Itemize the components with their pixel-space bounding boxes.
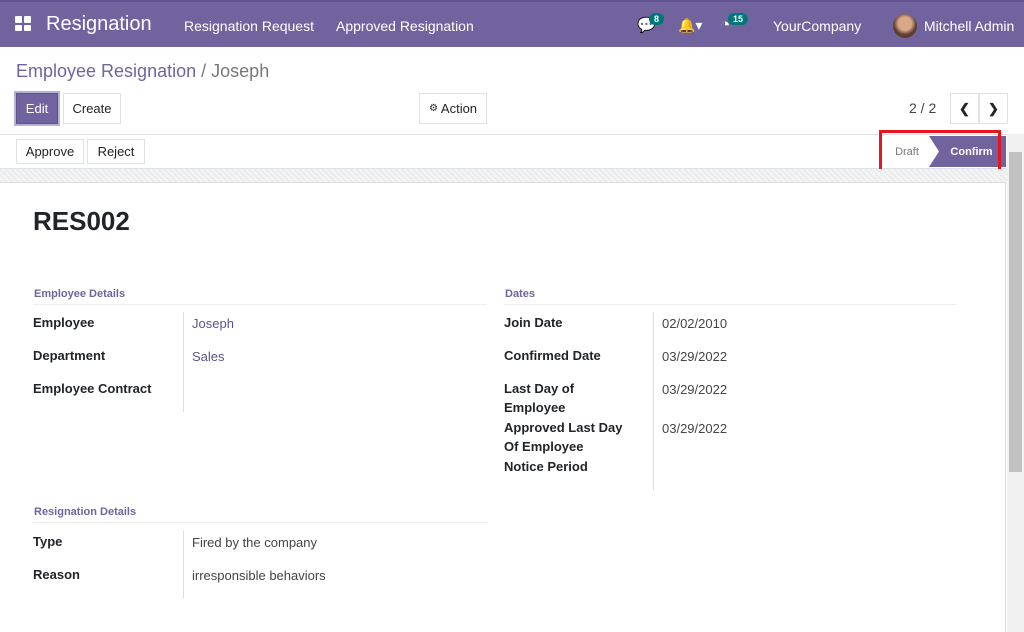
previous-record-button[interactable]: ❮ bbox=[950, 93, 979, 124]
group-resignation-details: Resignation Details bbox=[33, 506, 487, 523]
next-record-button[interactable]: ❯ bbox=[979, 93, 1008, 124]
breadcrumb-current: Joseph bbox=[211, 61, 270, 81]
record-title: RES002 bbox=[33, 206, 130, 236]
divider bbox=[183, 531, 184, 598]
label-last-day: Last Day of Employee bbox=[504, 381, 575, 415]
top-navbar: Resignation Resignation Request Approved… bbox=[0, 0, 1024, 47]
reject-button[interactable]: Reject bbox=[87, 139, 145, 164]
user-menu[interactable]: Mitchell Admin bbox=[924, 18, 1014, 34]
company-switcher[interactable]: YourCompany bbox=[773, 18, 861, 34]
activities-badge: 15 bbox=[728, 13, 749, 25]
chevron-right-icon: ❯ bbox=[988, 100, 999, 116]
breadcrumb-parent[interactable]: Employee Resignation bbox=[16, 61, 196, 81]
action-button[interactable]: ⚙ Action bbox=[419, 93, 487, 124]
apps-menu-icon[interactable] bbox=[15, 16, 32, 31]
divider bbox=[653, 312, 654, 490]
app-title[interactable]: Resignation bbox=[46, 13, 152, 36]
edit-button[interactable]: Edit bbox=[16, 93, 58, 124]
label-approved-last-day: Approved Last Day Of Employee bbox=[504, 420, 623, 454]
chevron-left-icon: ❮ bbox=[959, 100, 970, 116]
label-department: Department bbox=[33, 348, 106, 363]
field-confirmed-date[interactable]: 03/29/2022 bbox=[662, 349, 727, 364]
scrollbar[interactable] bbox=[1007, 134, 1024, 632]
highlight-box bbox=[879, 130, 1001, 173]
menu-resignation-request[interactable]: Resignation Request bbox=[184, 18, 314, 34]
label-notice-period: Notice Period bbox=[504, 459, 588, 474]
field-approved-last-day[interactable]: 03/29/2022 bbox=[662, 421, 727, 436]
breadcrumb: Employee Resignation / Joseph bbox=[16, 61, 269, 82]
bell-icon[interactable]: 🔔▾ bbox=[678, 17, 702, 34]
label-employee: Employee bbox=[33, 315, 95, 330]
label-type: Type bbox=[33, 534, 63, 549]
form-sheet bbox=[0, 182, 1006, 632]
label-reason: Reason bbox=[33, 567, 80, 582]
label-join-date: Join Date bbox=[504, 315, 563, 330]
field-reason[interactable]: irresponsible behaviors bbox=[192, 568, 326, 583]
divider bbox=[183, 312, 184, 412]
field-employee[interactable]: Joseph bbox=[192, 316, 234, 331]
group-employee-details: Employee Details bbox=[33, 288, 487, 305]
action-label: Action bbox=[440, 101, 478, 116]
menu-approved-resignation[interactable]: Approved Resignation bbox=[336, 18, 474, 34]
messages-badge: 8 bbox=[649, 13, 665, 25]
field-type[interactable]: Fired by the company bbox=[192, 535, 317, 550]
field-last-day[interactable]: 03/29/2022 bbox=[662, 382, 727, 397]
avatar[interactable] bbox=[893, 14, 917, 38]
approve-button[interactable]: Approve bbox=[16, 139, 84, 164]
group-dates: Dates bbox=[504, 288, 956, 305]
gear-icon: ⚙ bbox=[428, 103, 438, 114]
field-join-date[interactable]: 02/02/2010 bbox=[662, 316, 727, 331]
form-background bbox=[0, 169, 1007, 182]
breadcrumb-separator: / bbox=[201, 61, 207, 81]
create-button[interactable]: Create bbox=[63, 93, 121, 124]
label-employee-contract: Employee Contract bbox=[33, 381, 152, 396]
field-department[interactable]: Sales bbox=[192, 349, 225, 364]
status-bar: Approve Reject bbox=[0, 134, 1007, 169]
label-confirmed-date: Confirmed Date bbox=[504, 348, 601, 363]
scrollbar-thumb[interactable] bbox=[1009, 152, 1022, 472]
pager-value: 2 / 2 bbox=[909, 100, 937, 116]
